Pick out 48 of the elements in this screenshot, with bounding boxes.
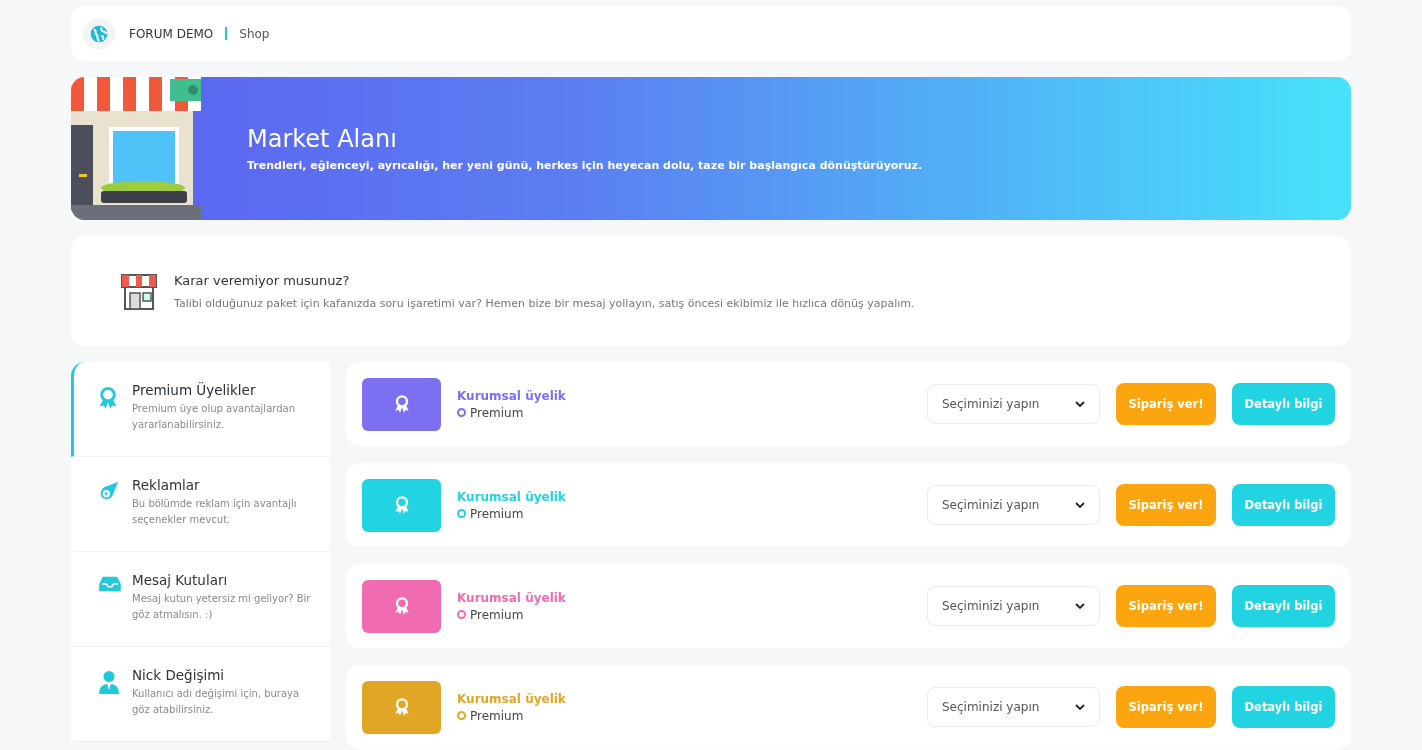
product-name: Kurumsal üyelik (457, 590, 567, 605)
award-icon (393, 394, 410, 414)
globe-icon (89, 23, 109, 44)
notice-title: Karar veremiyor musunuz? (174, 272, 351, 288)
sidebar-item-title: Reklamlar (132, 477, 201, 493)
sidebar-item[interactable]: Mesaj Kutuları Mesaj kutun yetersiz mi geliyor? Bir göz atmalısın. :) (71, 552, 330, 647)
option-dropdown[interactable]: Seçiminizi yapın (927, 384, 1100, 424)
sidebar-item-title: Premium Üyelikler (132, 382, 257, 398)
award-icon (393, 495, 410, 515)
award-icon (393, 697, 410, 717)
sidebar-item[interactable]: Nick Değişimi Kullanıcı adı değişimi için, buraya göz atabilirsiniz. (71, 647, 330, 742)
product-name: Kurumsal üyelik (457, 691, 567, 706)
tier-label: Premium (470, 708, 524, 723)
option-dropdown[interactable]: Seçiminizi yapın (927, 586, 1100, 626)
shop-icon (119, 271, 159, 311)
chevron-down-icon (1075, 502, 1085, 508)
product-name: Kurumsal üyelik (457, 388, 567, 403)
sidebar-item-description: Kullanıcı adı değişimi için, buraya göz atabilirsiniz. (132, 687, 301, 717)
sidebar-item-description: Mesaj kutun yetersiz mi geliyor? Bir göz atmalısın. :) (132, 592, 312, 622)
award-icon (393, 596, 410, 616)
tier-label: Premium (470, 506, 524, 521)
banner-subtitle: Trendleri, eğlenceyi, ayrıcalığı, her yeni günü, herkes için heyecan dolu, taze bir başlangıca dönüştürüyoruz. (247, 159, 923, 172)
award-icon (98, 385, 118, 411)
sidebar-item-description: Bu bölümde reklam için avantajlı seçenekler mevcut. (132, 497, 298, 527)
breadcrumb-current: Shop (239, 26, 270, 41)
sidebar-item-description: Premium üye olup avantajlardan yararlanabilirsiniz. (132, 402, 297, 432)
chevron-down-icon (1075, 401, 1085, 407)
tier-label: Premium (470, 405, 524, 420)
chevron-down-icon (1075, 603, 1085, 609)
sidebar-item[interactable]: Premium Üyelikler Premium üye olup avantajlardan yararlanabilirsiniz. (71, 362, 330, 457)
sidebar-item[interactable]: Reklamlar Bu bölümde reklam için avantajlı seçenekler mevcut. (71, 457, 330, 552)
banner-title: Market Alanı (247, 125, 398, 153)
product-name: Kurumsal üyelik (457, 489, 567, 504)
inbox-tray-icon (98, 575, 122, 593)
status-ring-icon (457, 509, 466, 518)
tier-label: Premium (470, 607, 524, 622)
status-ring-icon (457, 408, 466, 417)
option-dropdown[interactable]: Seçiminizi yapın (927, 687, 1100, 727)
comet-icon (98, 480, 120, 502)
sidebar-item-title: Nick Değişimi (132, 667, 226, 683)
notice-text: Talibi olduğunuz paket için kafanızda soru işaretimi var? Hemen bize bir mesaj yollayın, satış öncesi ekibimiz ile hızlıca dönüş yapalım. (174, 296, 915, 310)
status-ring-icon (457, 711, 466, 720)
status-ring-icon (457, 610, 466, 619)
breadcrumb-link[interactable]: FORUM DEMO (129, 26, 214, 41)
user-icon (98, 670, 120, 694)
sidebar-item-title: Mesaj Kutuları (132, 572, 229, 588)
option-dropdown[interactable]: Seçiminizi yapın (927, 485, 1100, 525)
chevron-down-icon (1075, 704, 1085, 710)
